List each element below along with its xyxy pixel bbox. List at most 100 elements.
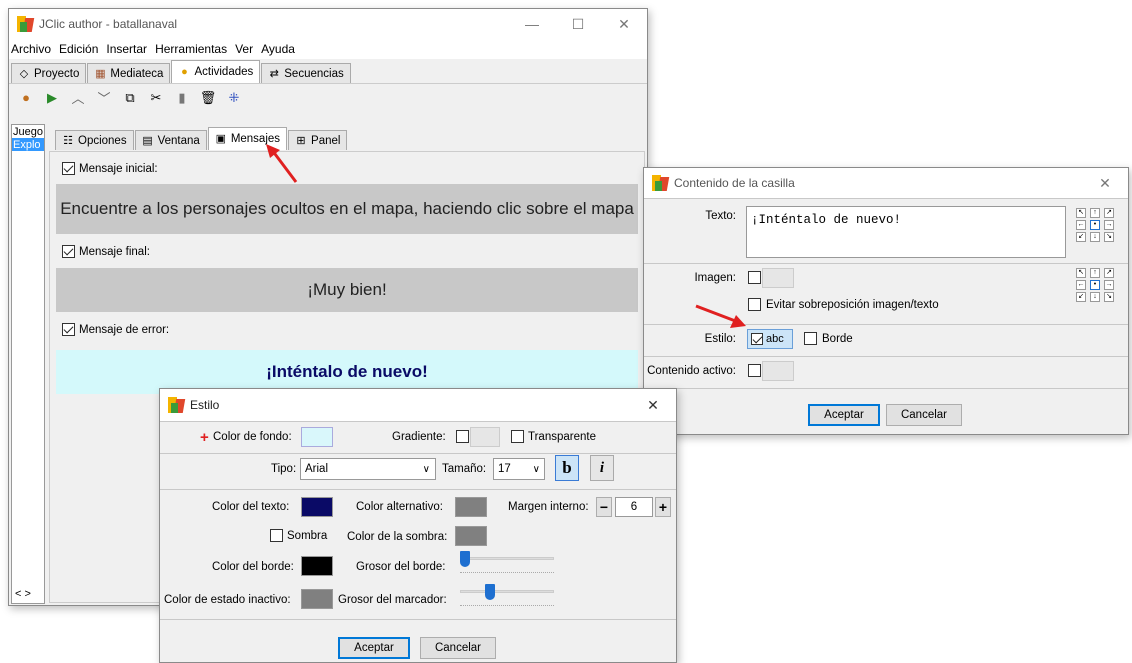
style-cancel-button[interactable]: Cancelar <box>420 637 496 659</box>
inactive-color-swatch[interactable] <box>301 589 333 609</box>
cut-icon[interactable]: ✂ <box>145 87 167 109</box>
active-content-label: Contenido activo: <box>647 365 736 377</box>
align-s-icon[interactable]: ↓ <box>1090 232 1100 242</box>
final-message-box[interactable]: ¡Muy bien! <box>56 268 638 312</box>
close-icon[interactable]: ✕ <box>1082 175 1128 192</box>
margin-minus-button[interactable]: − <box>596 497 612 517</box>
tab-ventana[interactable]: ▤ Ventana <box>134 130 207 150</box>
move-up-icon[interactable]: ︿ <box>67 87 89 109</box>
align-se-icon[interactable]: ↘ <box>1104 232 1114 242</box>
tab-actividades[interactable]: ● Actividades <box>171 60 261 83</box>
move-down-icon[interactable]: ﹀ <box>93 87 115 109</box>
align-nw-icon[interactable]: ↖ <box>1076 268 1086 278</box>
tab-mediateca[interactable]: ▦ Mediateca <box>87 63 171 83</box>
paste-icon[interactable]: ▮ <box>171 87 193 109</box>
media-icon: ▦ <box>95 67 106 80</box>
align-w-icon[interactable]: ← <box>1076 220 1086 230</box>
margin-input[interactable]: 6 <box>615 497 653 517</box>
minimize-icon[interactable]: — <box>509 16 555 33</box>
size-select[interactable]: 17 ∨ <box>493 458 545 480</box>
align-e-icon[interactable]: → <box>1104 280 1114 290</box>
red-plus-icon: + <box>200 429 209 446</box>
align-n-icon[interactable]: ↑ <box>1090 268 1100 278</box>
style-ok-button[interactable]: Aceptar <box>338 637 410 659</box>
align-center-icon[interactable]: • <box>1090 280 1100 290</box>
imagen-preview[interactable] <box>762 268 794 288</box>
margin-plus-button[interactable]: + <box>655 497 671 517</box>
menu-insertar[interactable]: Insertar <box>106 42 147 56</box>
list-item[interactable]: Explo <box>12 138 44 151</box>
bg-color-swatch[interactable] <box>301 427 333 447</box>
marker-width-slider[interactable] <box>460 584 556 608</box>
active-content-checkbox[interactable] <box>748 364 761 377</box>
tab-opciones-label: Opciones <box>78 134 127 147</box>
active-content-preview[interactable] <box>762 361 794 381</box>
shadow-checkbox[interactable] <box>270 529 283 542</box>
border-width-slider-thumb[interactable] <box>460 551 470 567</box>
estilo-checkbox[interactable] <box>751 333 763 345</box>
borde-checkbox[interactable] <box>804 332 817 345</box>
estilo-button[interactable]: abc <box>747 329 793 349</box>
list-scroll-arrows[interactable]: < > <box>15 588 31 600</box>
close-icon[interactable]: ✕ <box>601 16 647 33</box>
align-center-icon[interactable]: • <box>1090 220 1100 230</box>
menu-archivo[interactable]: Archivo <box>11 42 51 56</box>
gradient-swatch[interactable] <box>470 427 500 447</box>
cell-content-dialog: Contenido de la casilla ✕ Texto: ¡Intént… <box>643 167 1129 435</box>
text-alignment-grid[interactable]: ↖ ↑ ↗ ← • → ↙ ↓ ↘ <box>1076 208 1116 242</box>
menu-edicion[interactable]: Edición <box>59 42 98 56</box>
menu-ver[interactable]: Ver <box>235 42 253 56</box>
align-se-icon[interactable]: ↘ <box>1104 292 1114 302</box>
initial-message-checkbox[interactable] <box>62 162 75 175</box>
border-color-label: Color del borde: <box>212 561 294 573</box>
imagen-checkbox[interactable] <box>748 271 761 284</box>
italic-toggle[interactable]: i <box>590 455 614 481</box>
align-n-icon[interactable]: ↑ <box>1090 208 1100 218</box>
final-message-checkbox[interactable] <box>62 245 75 258</box>
close-icon[interactable]: ✕ <box>630 397 676 414</box>
cell-cancel-button[interactable]: Cancelar <box>886 404 962 426</box>
font-select[interactable]: Arial ∨ <box>300 458 436 480</box>
align-nw-icon[interactable]: ↖ <box>1076 208 1086 218</box>
align-e-icon[interactable]: → <box>1104 220 1114 230</box>
image-alignment-grid[interactable]: ↖ ↑ ↗ ← • → ↙ ↓ ↘ <box>1076 268 1116 302</box>
text-color-swatch[interactable] <box>301 497 333 517</box>
transparent-checkbox[interactable] <box>511 430 524 443</box>
error-message-text: ¡Inténtalo de nuevo! <box>266 362 428 381</box>
grid-icon[interactable]: ⁜ <box>223 87 245 109</box>
marker-width-slider-thumb[interactable] <box>485 584 496 600</box>
menu-herramientas[interactable]: Herramientas <box>155 42 227 56</box>
size-select-value: 17 <box>498 463 511 475</box>
maximize-icon[interactable]: ☐ <box>555 16 601 33</box>
bold-toggle[interactable]: b <box>555 455 579 481</box>
list-item[interactable]: Juego <box>12 125 44 138</box>
initial-message-box[interactable]: Encuentre a los personajes ocultos en el… <box>56 184 638 234</box>
activities-icon: ● <box>181 66 188 78</box>
align-sw-icon[interactable]: ↙ <box>1076 232 1086 242</box>
copy-icon[interactable]: ⧉ <box>119 87 141 109</box>
tab-opciones[interactable]: ☷ Opciones <box>55 130 134 150</box>
error-message-checkbox[interactable] <box>62 323 75 336</box>
new-activity-icon[interactable]: ● <box>15 87 37 109</box>
align-w-icon[interactable]: ← <box>1076 280 1086 290</box>
delete-icon[interactable]: 🗑 <box>197 87 219 109</box>
align-ne-icon[interactable]: ↗ <box>1104 268 1114 278</box>
align-s-icon[interactable]: ↓ <box>1090 292 1100 302</box>
tab-proyecto[interactable]: ◇ Proyecto <box>11 63 87 83</box>
tab-secuencias[interactable]: ⇄ Secuencias <box>261 63 351 83</box>
menu-ayuda[interactable]: Ayuda <box>261 42 295 56</box>
main-toolbar: ● ▶ ︿ ﹀ ⧉ ✂ ▮ 🗑 ⁜ <box>9 83 647 111</box>
main-titlebar: JClic author - batallanaval — ☐ ✕ <box>9 9 647 39</box>
alt-color-swatch[interactable] <box>455 497 487 517</box>
border-width-slider[interactable] <box>460 551 556 575</box>
alt-color-label: Color alternativo: <box>356 501 443 513</box>
gradient-checkbox[interactable] <box>456 430 469 443</box>
align-ne-icon[interactable]: ↗ <box>1104 208 1114 218</box>
texto-input[interactable]: ¡Inténtalo de nuevo! <box>746 206 1066 258</box>
border-width-label: Grosor del borde: <box>356 561 446 573</box>
cell-ok-button[interactable]: Aceptar <box>808 404 880 426</box>
play-icon[interactable]: ▶ <box>41 87 63 109</box>
align-sw-icon[interactable]: ↙ <box>1076 292 1086 302</box>
shadow-color-swatch[interactable] <box>455 526 487 546</box>
border-color-swatch[interactable] <box>301 556 333 576</box>
